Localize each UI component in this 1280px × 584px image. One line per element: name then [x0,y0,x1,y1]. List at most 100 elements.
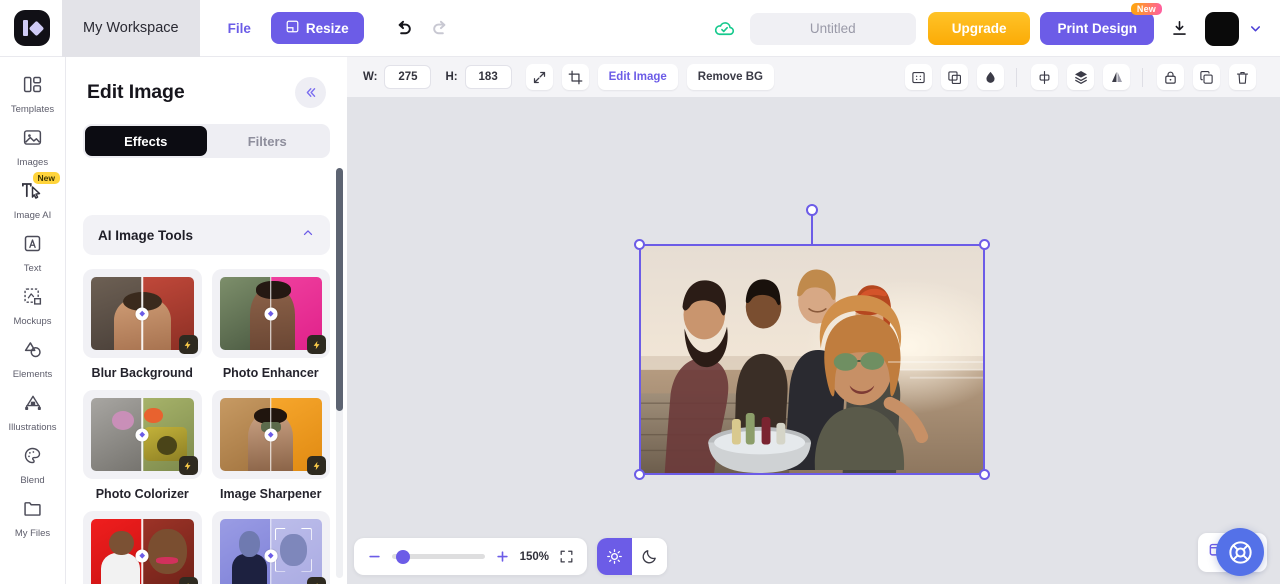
rotate-stem [811,212,813,246]
avatar[interactable] [1205,11,1239,46]
selected-image-frame[interactable] [634,204,990,480]
resize-diagonal-icon[interactable] [525,64,553,90]
sidebar-item-label: Image AI [13,210,52,221]
height-input[interactable] [464,65,512,89]
bolt-icon [307,577,326,584]
edit-image-button[interactable]: Edit Image [597,64,678,90]
tool-card-cartoon-selfie[interactable]: ◆ Cartoon Selfie [83,511,202,584]
before-after-handle[interactable]: ◆ [135,307,149,320]
fit-screen-icon[interactable] [559,549,574,564]
panel-scrollbar-thumb[interactable] [336,168,343,411]
resize-icon [286,20,299,36]
my-files-icon [22,498,43,524]
resize-button[interactable]: Resize [270,12,364,44]
rotate-handle[interactable] [806,204,818,216]
double-chevron-left-icon[interactable] [295,77,326,108]
sidebar-item-elements[interactable]: Elements [0,332,66,385]
sidebar-item-image-ai[interactable]: New Image AI [0,172,66,226]
crop-icon[interactable] [561,64,589,90]
bolt-icon [178,577,198,584]
sidebar-item-templates[interactable]: Templates [0,67,66,120]
illustrations-icon [22,392,44,418]
sidebar-item-label: Elements [12,369,53,380]
design-title-input[interactable] [749,12,916,45]
sidebar-item-label: Images [16,157,49,168]
canvas-stage: W: H: Edit Image Remove BG [347,57,1280,584]
tab-filters[interactable]: Filters [207,126,329,156]
zoom-in-button[interactable] [495,549,510,564]
page-title: Edit Image [87,81,185,103]
toolbar-divider [1016,67,1017,87]
upgrade-button[interactable]: Upgrade [927,12,1031,45]
layers-icon[interactable] [1067,64,1094,90]
before-after-handle[interactable]: ◆ [264,428,278,441]
copy-icon[interactable] [1193,64,1220,90]
sidebar-item-illustrations[interactable]: Illustrations [0,385,66,438]
canvas-area[interactable] [347,97,1280,584]
redo-icon[interactable] [429,17,452,40]
remove-bg-button[interactable]: Remove BG [686,64,774,90]
sun-icon[interactable] [597,538,632,575]
tool-card-photo-enhancer[interactable]: ◆ Photo Enhancer [211,269,330,380]
tool-thumb-wrap: ◆ [83,511,202,584]
align-icon[interactable] [1031,64,1058,90]
duplicate-layer-icon[interactable] [941,64,968,90]
lock-icon[interactable] [1157,64,1184,90]
sidebar-item-blend[interactable]: Blend [0,438,66,491]
resize-handle-top-left[interactable] [634,239,645,250]
resize-button-label: Resize [305,20,349,36]
zoom-slider-handle[interactable] [396,549,411,564]
sidebar-item-images[interactable]: Images [0,120,66,173]
before-after-handle[interactable]: ◆ [264,549,278,562]
tool-card-photo-colorizer[interactable]: ◆ Photo Colorizer [83,390,202,501]
left-sidebar: Templates Images New Image AI Text Mocku… [0,57,66,584]
sidebar-item-label: Mockups [13,316,52,327]
print-design-button[interactable]: Print Design [1040,12,1154,45]
sidebar-item-text[interactable]: Text [0,226,66,279]
tool-thumb-wrap: ◆ [211,390,330,479]
before-after-handle[interactable]: ◆ [264,307,278,320]
height-label: H: [445,71,458,83]
resize-handle-bottom-right[interactable] [979,469,990,480]
tool-thumb-wrap: ◆ [211,511,330,584]
logo-diamond-shape [28,20,44,36]
moon-icon[interactable] [632,538,667,575]
lifebuoy-icon[interactable] [1216,528,1264,576]
download-icon[interactable] [1170,19,1189,38]
panel-scroll-region: AI Image Tools ◆ Blur Background ◆ Photo… [66,215,347,584]
zoom-slider[interactable] [392,549,485,564]
ai-tools-grid: ◆ Blur Background ◆ Photo Enhancer ◆ Pho… [83,269,330,584]
position-icon[interactable] [905,64,932,90]
flip-icon[interactable] [1103,64,1130,90]
workspace-tab[interactable]: My Workspace [62,0,200,57]
before-after-handle[interactable]: ◆ [135,428,149,441]
tool-card-image-sharpener[interactable]: ◆ Image Sharpener [211,390,330,501]
resize-handle-bottom-left[interactable] [634,469,645,480]
tab-effects[interactable]: Effects [85,126,207,156]
canvas-image[interactable] [641,246,983,473]
opacity-icon[interactable] [977,64,1004,90]
width-label: W: [363,71,378,83]
chevron-down-icon[interactable] [1248,21,1263,36]
delete-icon[interactable] [1229,64,1256,90]
blend-icon [22,445,43,471]
accordion-ai-image-tools[interactable]: AI Image Tools [83,215,330,255]
tool-card-face-cutout[interactable]: ◆ Face Cutout [211,511,330,584]
zoom-toolbar: 150% [354,538,587,575]
undo-icon[interactable] [392,17,415,40]
bolt-icon [178,335,198,354]
app-logo[interactable] [14,10,50,46]
resize-handle-top-right[interactable] [979,239,990,250]
theme-toggle [597,538,667,575]
sidebar-item-mockups[interactable]: Mockups [0,279,66,332]
zoom-out-button[interactable] [367,549,382,564]
tool-thumb-wrap: ◆ [211,269,330,358]
elements-icon [22,339,44,365]
tool-card-blur-background[interactable]: ◆ Blur Background [83,269,202,380]
before-after-handle[interactable]: ◆ [135,549,149,562]
file-menu-button[interactable]: File [218,15,261,42]
sidebar-item-my-files[interactable]: My Files [0,491,66,544]
width-input[interactable] [384,65,432,89]
bolt-icon [307,335,326,354]
sidebar-item-label: Illustrations [8,422,57,433]
